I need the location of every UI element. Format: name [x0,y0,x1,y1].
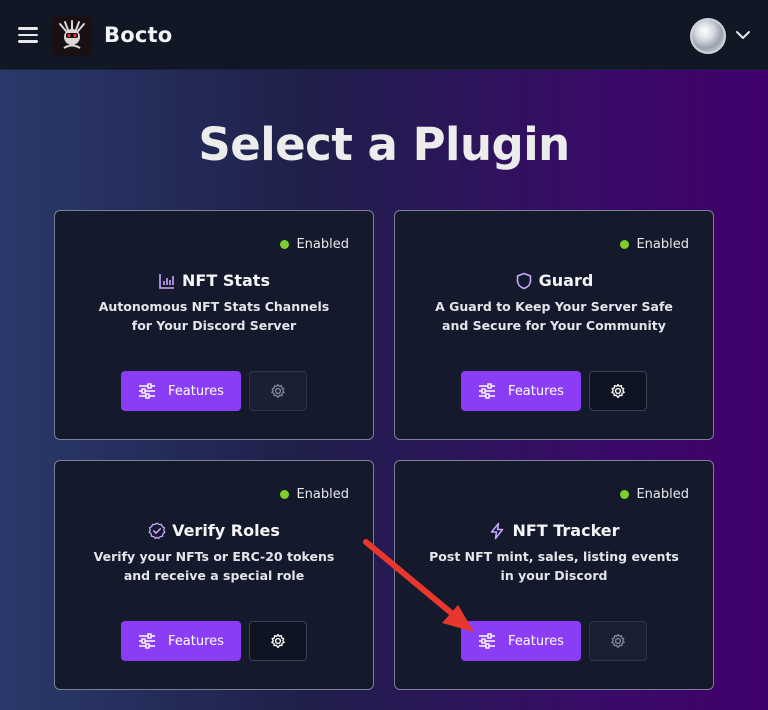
settings-button[interactable] [249,371,307,411]
settings-button[interactable] [589,621,647,661]
status-label: Enabled [296,487,349,502]
status-badge: Enabled [280,487,349,502]
app-logo[interactable] [52,16,92,56]
features-button[interactable]: Features [461,371,581,411]
plugin-description: Verify your NFTs or ERC-20 tokens and rec… [93,549,335,583]
status-dot [620,240,630,249]
status-label: Enabled [296,237,349,252]
sliders-icon [139,633,156,649]
status-label: Enabled [636,237,689,252]
gear-icon [271,633,285,649]
status-dot [280,490,290,499]
status-badge: Enabled [280,237,349,252]
plugin-description: Post NFT mint, sales, listing events in y… [429,549,679,583]
verified-check-icon [148,522,166,539]
plugin-card-nft-stats: Enabled NFT Stats Autonomous NFT Stats C… [54,210,374,440]
chevron-down-icon[interactable] [735,27,751,43]
plugin-description: Autonomous NFT Stats Channels for Your Di… [98,299,330,333]
features-button[interactable]: Features [121,621,241,661]
lightning-icon [491,522,504,539]
plugin-title: Guard [395,271,713,290]
gear-icon [611,633,625,649]
gear-icon [611,383,625,399]
plugin-card-guard: Enabled Guard A Guard to Keep Your Serve… [394,210,714,440]
bar-chart-icon [159,273,175,289]
status-badge: Enabled [620,487,689,502]
shield-icon [516,272,531,289]
plugin-description: A Guard to Keep Your Server Safe and Secu… [435,299,673,333]
sliders-icon [479,383,496,399]
plugin-title-text: NFT Stats [182,271,270,290]
plugin-title: NFT Stats [55,271,373,290]
gear-icon [271,383,285,399]
plugin-card-nft-tracker: Enabled NFT Tracker Post NFT mint, sales… [394,460,714,690]
sliders-icon [139,383,156,399]
user-avatar[interactable] [690,18,726,54]
plugin-title-text: Verify Roles [172,521,280,540]
app-name[interactable]: Bocto [104,23,172,47]
sliders-icon [479,633,496,649]
plugin-title-text: Guard [538,271,594,290]
features-button[interactable]: Features [121,371,241,411]
status-badge: Enabled [620,237,689,252]
status-label: Enabled [636,487,689,502]
plugin-card-verify-roles: Enabled Verify Roles Verify your NFTs or… [54,460,374,690]
top-navbar: Bocto [0,0,768,70]
plugin-title: NFT Tracker [395,521,713,540]
hamburger-menu-icon[interactable] [18,27,38,43]
plugin-title-text: NFT Tracker [512,521,620,540]
plugin-title: Verify Roles [55,521,373,540]
status-dot [280,240,290,249]
settings-button[interactable] [249,621,307,661]
status-dot [620,490,630,499]
settings-button[interactable] [589,371,647,411]
page-title: Select a Plugin [198,118,570,171]
features-button[interactable]: Features [461,621,581,661]
